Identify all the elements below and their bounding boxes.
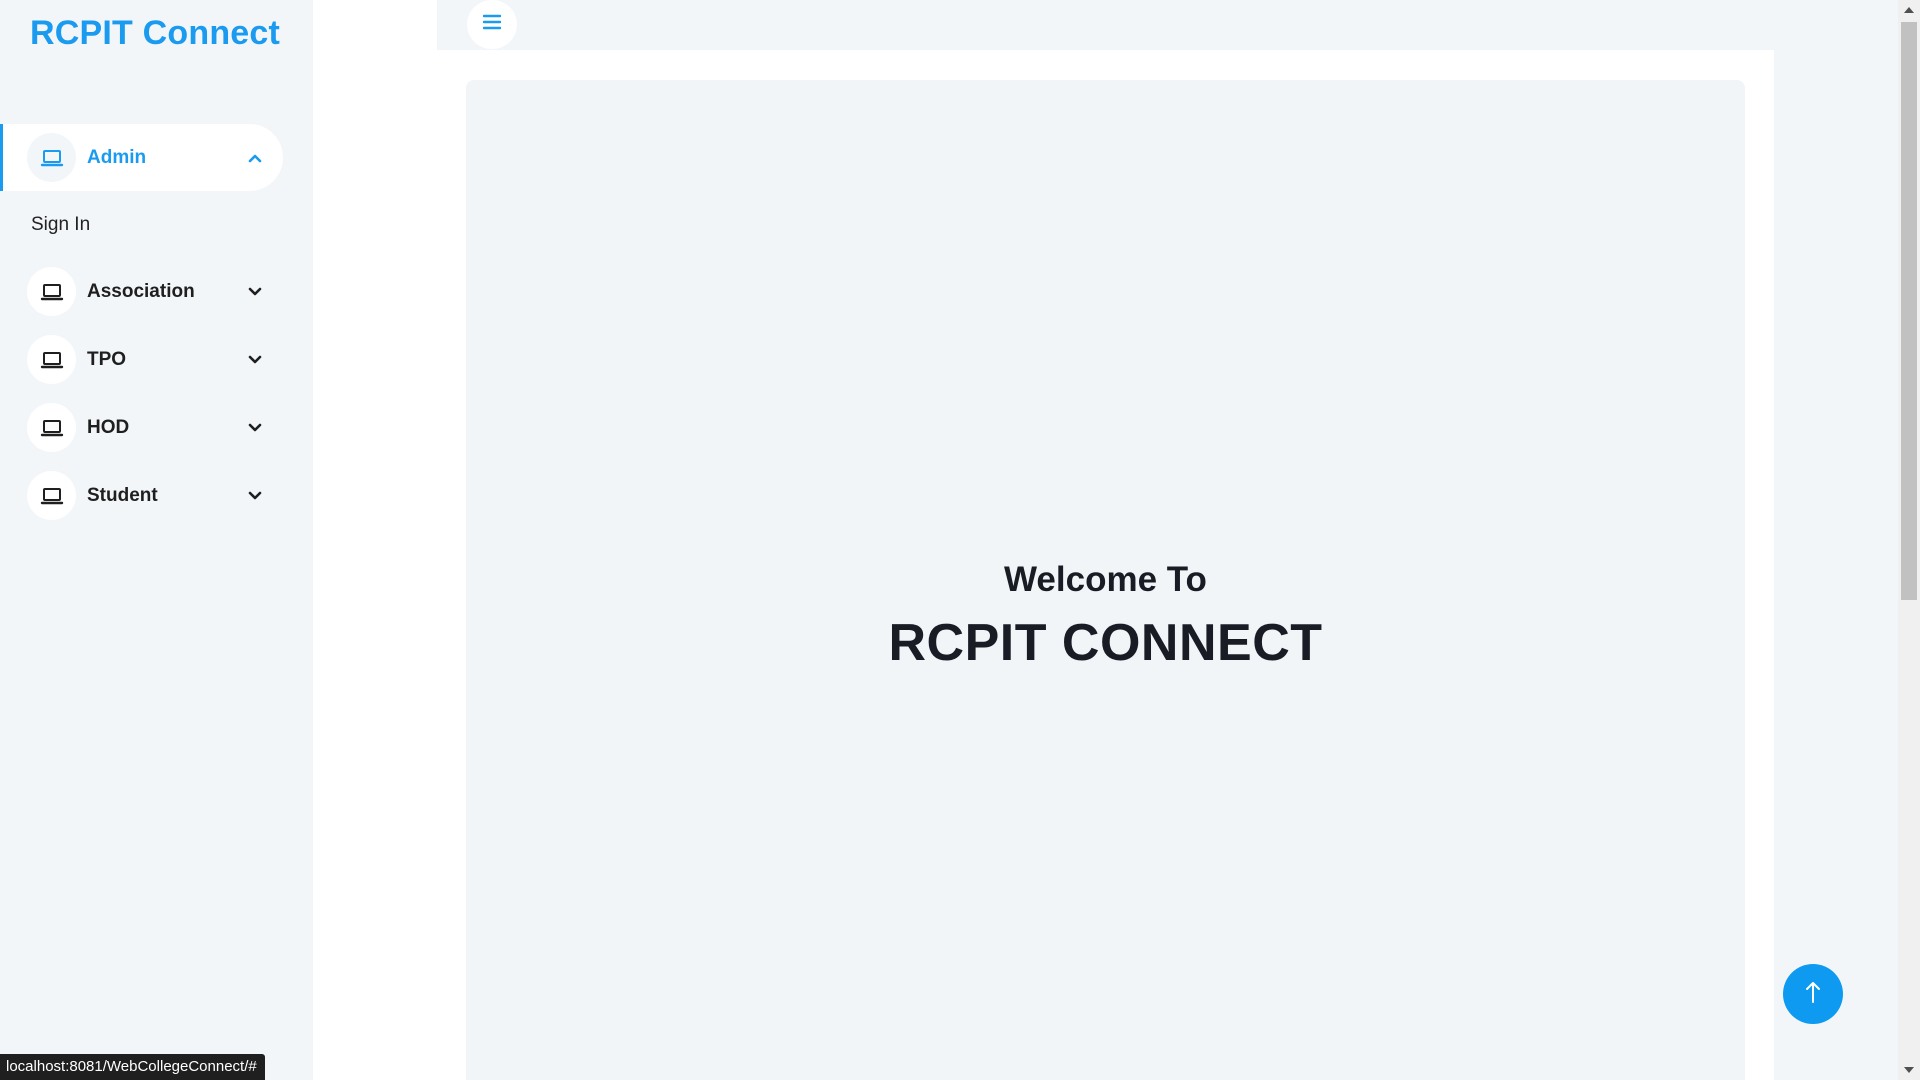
sidebar-item-student[interactable]: Student bbox=[0, 462, 283, 529]
arrow-up-icon bbox=[1804, 980, 1822, 1009]
laptop-icon bbox=[27, 267, 76, 316]
laptop-icon bbox=[27, 471, 76, 520]
brand-title[interactable]: RCPIT Connect bbox=[30, 14, 280, 53]
laptop-icon bbox=[27, 133, 76, 182]
topbar bbox=[437, 0, 1920, 50]
sidebar-toggle-button[interactable] bbox=[467, 0, 517, 49]
chevron-down-icon bbox=[243, 280, 267, 304]
sidebar-item-label: HOD bbox=[87, 416, 130, 438]
sidebar-item-admin[interactable]: Admin bbox=[0, 124, 283, 191]
scroll-to-top-button[interactable] bbox=[1783, 964, 1843, 1024]
scroll-up-arrow-icon[interactable] bbox=[1898, 0, 1920, 20]
sidebar-item-label: Admin bbox=[87, 146, 147, 168]
chevron-down-icon bbox=[243, 484, 267, 508]
sidebar-item-association[interactable]: Association bbox=[0, 258, 283, 325]
sidebar-item-label: TPO bbox=[87, 348, 127, 370]
sidebar-item-hod[interactable]: HOD bbox=[0, 394, 283, 461]
sidebar: RCPIT Connect Admin Sign In Association bbox=[0, 0, 313, 1080]
main-content-panel: Welcome To RCPIT CONNECT bbox=[466, 80, 1745, 1080]
chevron-up-icon bbox=[243, 146, 267, 170]
welcome-title: RCPIT CONNECT bbox=[888, 614, 1323, 672]
chevron-down-icon bbox=[243, 348, 267, 372]
laptop-icon bbox=[27, 335, 76, 384]
welcome-subtitle: Welcome To bbox=[1004, 560, 1207, 599]
status-bar-url: localhost:8081/WebCollegeConnect/# bbox=[0, 1054, 265, 1080]
sidebar-nav: Admin Sign In Association TPO HOD Studen… bbox=[0, 124, 313, 530]
app-window: RCPIT Connect Admin Sign In Association bbox=[0, 0, 1920, 1080]
vertical-scrollbar[interactable] bbox=[1898, 0, 1920, 1080]
right-gutter bbox=[1774, 0, 1898, 1080]
laptop-icon bbox=[27, 403, 76, 452]
scrollbar-thumb[interactable] bbox=[1901, 22, 1917, 600]
welcome-block: Welcome To RCPIT CONNECT bbox=[466, 558, 1745, 674]
sidebar-item-label: Association bbox=[87, 280, 195, 302]
chevron-down-icon bbox=[243, 416, 267, 440]
sidebar-subitem-sign-in[interactable]: Sign In bbox=[0, 192, 313, 258]
sidebar-item-label: Student bbox=[87, 484, 158, 506]
sidebar-item-tpo[interactable]: TPO bbox=[0, 326, 283, 393]
scroll-down-arrow-icon[interactable] bbox=[1898, 1060, 1920, 1080]
menu-icon bbox=[482, 14, 502, 35]
